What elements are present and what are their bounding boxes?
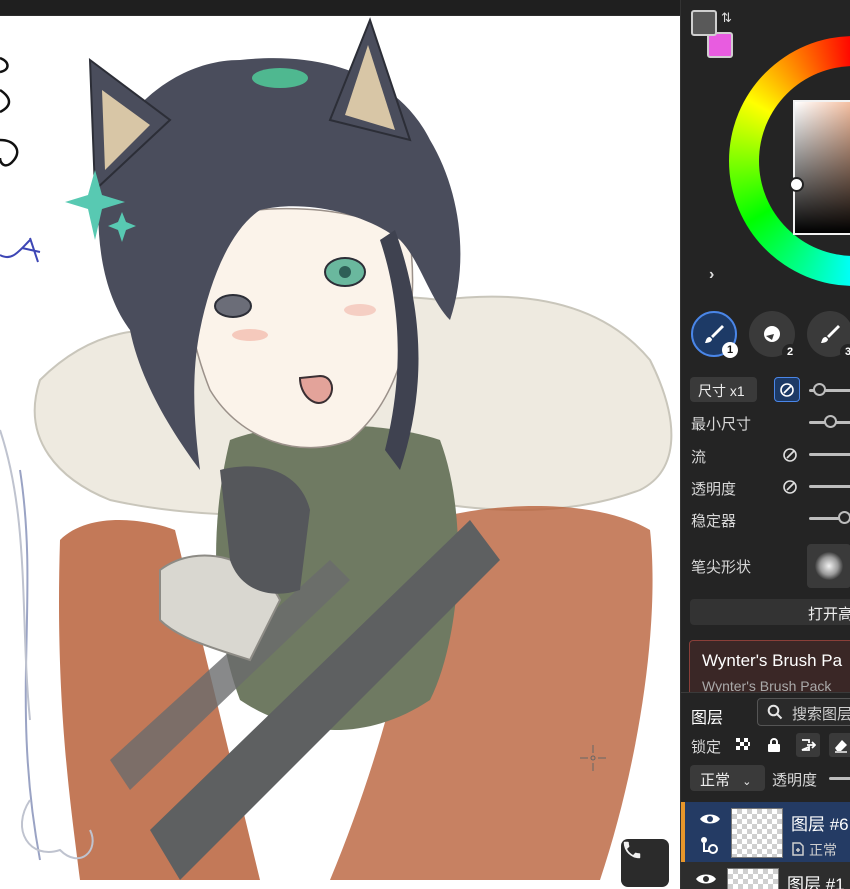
pen-pressure-icon <box>783 447 797 462</box>
eye-icon[interactable] <box>695 872 717 889</box>
opacity-slider[interactable] <box>809 485 850 488</box>
round-brush-icon <box>764 326 780 342</box>
swap-arrows-icon[interactable]: ⇅ <box>721 10 732 26</box>
brush-icon <box>705 325 724 343</box>
chevron-right-icon[interactable]: › <box>709 266 714 284</box>
hue-knob[interactable] <box>789 177 804 192</box>
layer-blend-mode: 正常 <box>809 842 837 858</box>
drawing-canvas[interactable] <box>0 16 680 889</box>
layer-search-placeholder: 搜索图层 <box>792 706 850 723</box>
blend-mode-value: 正常 <box>700 772 731 789</box>
artwork <box>0 17 673 880</box>
brush-pack-title: Wynter's Brush Pa <box>702 651 843 670</box>
call-button[interactable] <box>621 839 669 887</box>
brush-slot-1[interactable]: 1 <box>691 311 738 358</box>
lock-transparency-icon[interactable] <box>731 733 755 757</box>
layer-thumbnail <box>727 868 779 889</box>
search-icon <box>767 704 783 724</box>
layer-row-selected[interactable]: 图层 #6 正常 <box>681 802 850 862</box>
saturation-value-square[interactable] <box>793 100 850 235</box>
brush-tip-preview[interactable] <box>807 544 850 588</box>
layer-opacity-label: 透明度 <box>772 772 818 789</box>
eye-icon[interactable] <box>699 812 721 831</box>
lock-label: 锁定 <box>691 739 722 756</box>
layer-thumbnail <box>731 808 783 858</box>
eraser-icon[interactable] <box>829 733 850 757</box>
brush-slot-3[interactable]: 3 <box>807 311 850 360</box>
size-slider-knob[interactable] <box>813 383 826 396</box>
stabilizer-label: 稳定器 <box>691 513 737 530</box>
brush-tip-dot <box>815 552 843 580</box>
brush-slot-number: 3 <box>840 344 850 360</box>
foreground-color-swatch[interactable] <box>691 10 717 36</box>
layer-name: 图层 #6 <box>791 815 849 834</box>
lock-move-icon[interactable] <box>796 733 820 757</box>
layer-search-input[interactable]: 搜索图层 <box>757 698 850 726</box>
brush-slot-2[interactable]: 2 <box>749 311 798 360</box>
stabilizer-slider-knob[interactable] <box>838 511 850 524</box>
pen-pressure-icon <box>783 479 797 494</box>
brush-pack-card[interactable]: Wynter's Brush Pa Wynter's Brush Pack <box>689 640 850 698</box>
min-size-slider-knob[interactable] <box>824 415 837 428</box>
layer-name: 图层 #1 <box>787 875 845 889</box>
open-advanced-button[interactable]: 打开高 <box>690 599 850 625</box>
brush-size-button[interactable]: 尺寸 x1 <box>690 377 757 402</box>
lock-icon[interactable] <box>762 733 786 757</box>
brush-icon <box>821 325 840 343</box>
layer-row[interactable]: 图层 #1 <box>681 862 850 889</box>
chevron-down-icon: ⌄ <box>742 776 752 788</box>
layer-link-icon[interactable] <box>699 836 719 859</box>
blend-mode-select[interactable]: 正常 ⌄ <box>690 765 765 791</box>
layer-opacity-slider[interactable] <box>829 777 850 780</box>
min-size-label: 最小尺寸 <box>691 416 752 433</box>
layer-mode-icon <box>791 842 805 861</box>
pen-pressure-icon <box>780 382 794 397</box>
pen-pressure-opacity-toggle[interactable] <box>777 474 803 499</box>
brush-slot-number: 1 <box>722 342 738 358</box>
brush-slot-number: 2 <box>782 344 798 360</box>
pen-pressure-flow-toggle[interactable] <box>777 442 803 467</box>
opacity-label: 透明度 <box>691 481 737 498</box>
flow-slider[interactable] <box>809 453 850 456</box>
pen-pressure-size-toggle[interactable] <box>774 377 800 402</box>
flow-label: 流 <box>691 449 707 466</box>
layers-title: 图层 <box>691 710 724 727</box>
tool-panel: ⇅ › 1 2 3 尺寸 x1 最小尺寸 流 透明度 稳定器 笔尖形状 <box>680 0 850 889</box>
tip-shape-label: 笔尖形状 <box>691 559 752 576</box>
